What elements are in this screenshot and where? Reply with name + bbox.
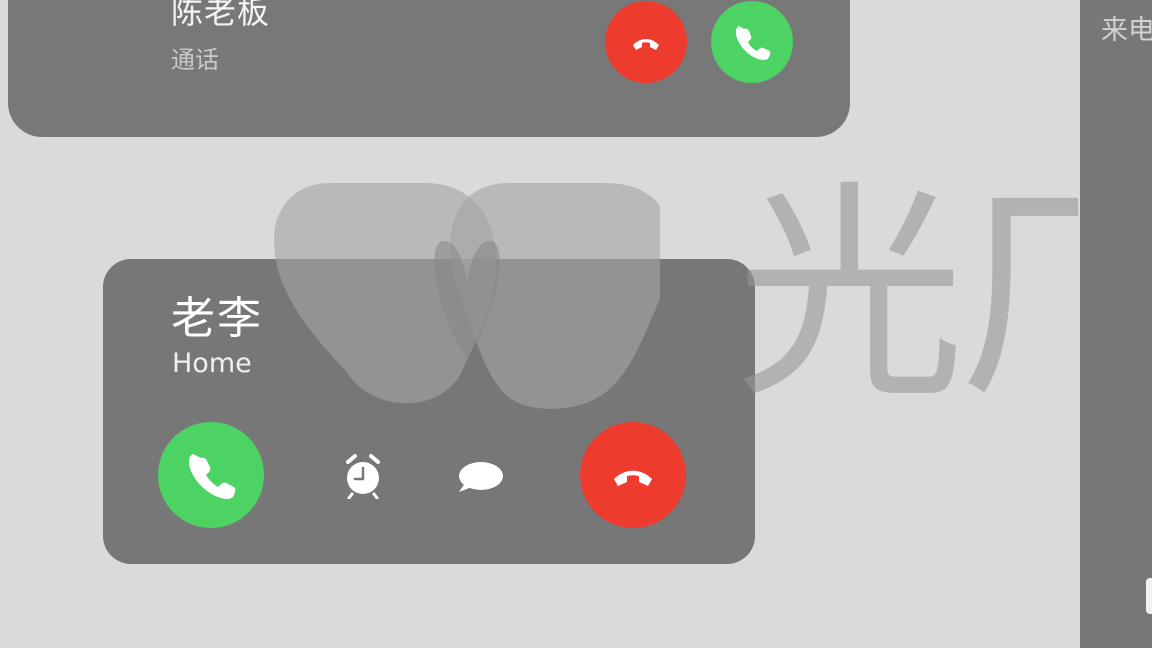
remind-me-button[interactable] bbox=[338, 451, 388, 501]
main-accept-button[interactable] bbox=[158, 422, 264, 528]
main-call-subtitle: Home bbox=[172, 348, 252, 379]
message-reply-button[interactable] bbox=[453, 453, 507, 503]
top-accept-button[interactable] bbox=[711, 1, 793, 83]
right-call-panel[interactable]: 来电 bbox=[1078, 0, 1152, 648]
phone-icon bbox=[188, 454, 236, 499]
main-decline-button[interactable] bbox=[580, 422, 686, 528]
message-bubble-icon bbox=[459, 462, 503, 492]
top-call-caller-name: 陈老板 bbox=[171, 0, 271, 31]
phone-icon bbox=[735, 26, 771, 60]
alarm-clock-icon bbox=[346, 454, 380, 499]
top-call-banner[interactable]: 陈老板 通话 bbox=[8, 0, 850, 137]
phone-hangup-icon bbox=[633, 39, 659, 50]
top-decline-button[interactable] bbox=[605, 1, 687, 83]
call-ui-screen: 陈老板 通话 老李 Home 光厂 来电 bbox=[0, 0, 1152, 648]
main-call-caller-name: 老李 bbox=[171, 293, 263, 344]
right-panel-title: 来电 bbox=[1101, 15, 1152, 46]
incoming-call-card[interactable]: 老李 Home bbox=[103, 259, 755, 564]
top-call-subtitle: 通话 bbox=[171, 46, 219, 74]
right-panel-control-fragment[interactable] bbox=[1146, 578, 1152, 614]
phone-hangup-icon bbox=[614, 470, 652, 486]
